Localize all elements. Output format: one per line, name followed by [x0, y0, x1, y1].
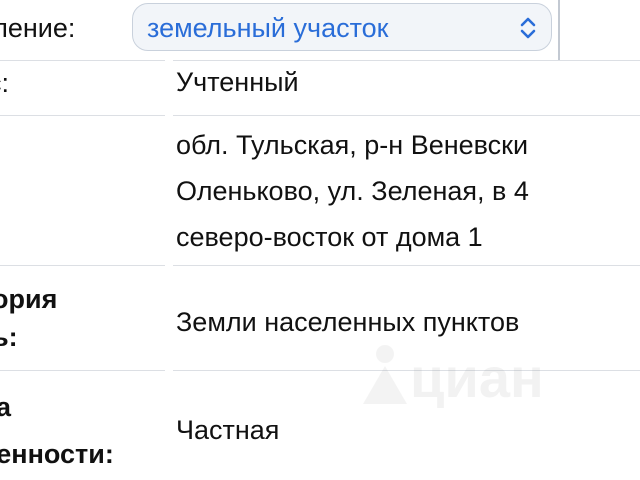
- watermark-logo-icon: [363, 345, 407, 404]
- land-purpose-select[interactable]: земельный участок: [132, 3, 552, 51]
- watermark-text: циан: [410, 346, 544, 409]
- row-divider: [173, 60, 640, 61]
- row-divider: [0, 265, 165, 266]
- row-divider: [173, 265, 640, 266]
- ownership-label-line-2: венности:: [0, 439, 114, 469]
- row-divider: [0, 115, 165, 116]
- category-value: Земли населенных пунктов: [176, 307, 520, 337]
- address-value-line-1: обл. Тульская, р-н Веневски: [176, 130, 529, 160]
- category-label-line-1: ория: [0, 284, 58, 314]
- purpose-field-label: еление:: [0, 13, 76, 43]
- address-value-line-3: северо-восток от дома 1: [176, 222, 483, 252]
- status-value: Учтенный: [176, 67, 299, 97]
- category-label-line-2: ь:: [0, 322, 18, 352]
- ownership-value: Частная: [176, 415, 280, 445]
- panel-edge: [558, 0, 560, 60]
- address-value-line-2: Оленьково, ул. Зеленая, в 4: [176, 176, 529, 206]
- ownership-label-line-1: а: [0, 392, 12, 422]
- row-divider: [0, 370, 165, 371]
- top-bar: еление: земельный участок: [0, 0, 640, 60]
- row-divider: [0, 60, 165, 61]
- select-value: земельный участок: [147, 13, 389, 43]
- row-divider: [173, 115, 640, 116]
- status-label: с:: [0, 68, 10, 98]
- chevron-up-down-icon: [520, 17, 536, 39]
